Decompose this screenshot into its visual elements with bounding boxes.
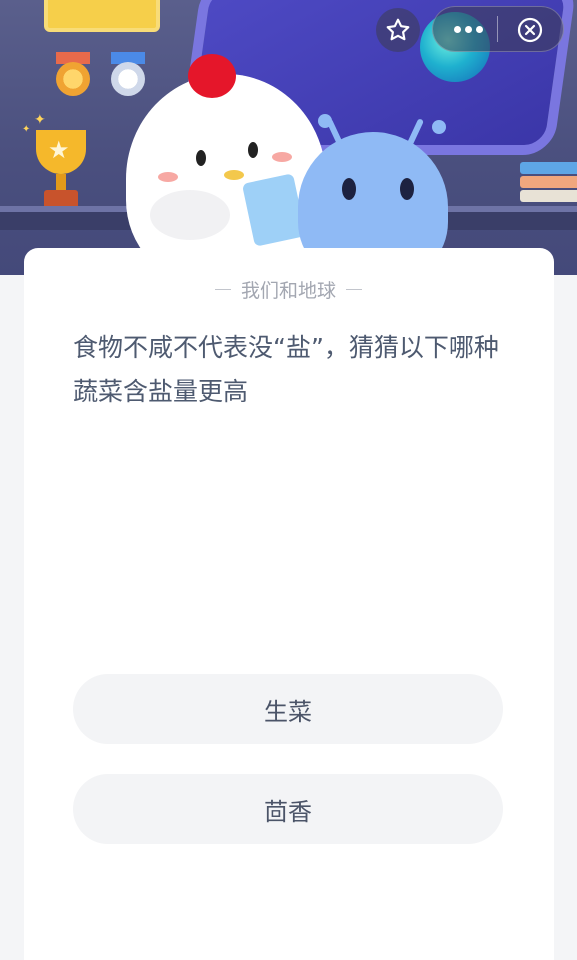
sparkle-icon: ✦ xyxy=(34,112,46,128)
option-label: 生菜 xyxy=(264,697,312,726)
mini-program-capsule xyxy=(432,6,564,52)
books-icon xyxy=(520,162,577,212)
favorite-button[interactable] xyxy=(376,8,420,52)
chicken-wing xyxy=(150,190,230,240)
gold-medal-icon xyxy=(56,62,90,96)
subtitle-text: 我们和地球 xyxy=(240,280,336,302)
dot xyxy=(476,26,483,33)
divider xyxy=(346,289,362,290)
star-icon xyxy=(386,18,410,41)
award-plaque xyxy=(44,0,160,32)
more-button[interactable] xyxy=(454,26,486,36)
mascot-cheek xyxy=(158,172,178,182)
mascot-cheek xyxy=(272,152,292,162)
chicken-comb xyxy=(188,54,236,98)
alien-antenna xyxy=(318,114,332,128)
quiz-subtitle: 我们和地球 xyxy=(0,276,577,303)
close-circle-icon xyxy=(517,17,543,43)
answer-option-fennel[interactable]: 茴香 xyxy=(73,774,503,844)
close-button[interactable] xyxy=(516,16,544,44)
option-label: 茴香 xyxy=(264,797,312,826)
divider xyxy=(214,289,231,290)
alien-antenna xyxy=(432,120,446,134)
question-text: 食物不咸不代表没“盐”，猜猜以下哪种蔬菜含盐量更高 xyxy=(73,333,499,406)
silver-medal-icon xyxy=(111,62,145,96)
mascot-eye xyxy=(248,142,258,158)
capsule-divider xyxy=(497,16,498,42)
dot xyxy=(465,26,472,33)
answer-option-lettuce[interactable]: 生菜 xyxy=(73,674,503,744)
mascot-eye xyxy=(196,150,206,166)
trophy-icon: ★ xyxy=(30,130,92,212)
more-dots-icon xyxy=(454,26,461,33)
chicken-beak xyxy=(224,170,244,180)
